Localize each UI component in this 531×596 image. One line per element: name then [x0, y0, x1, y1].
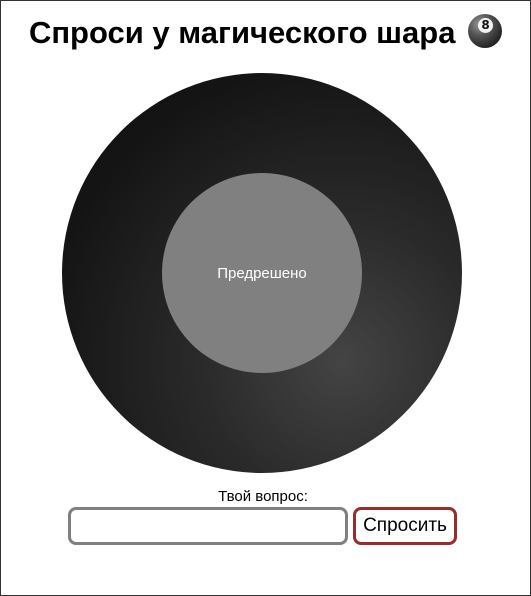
page-title-text: Спроси у магического шара [28, 15, 456, 50]
ask-button[interactable]: Спросить [353, 507, 457, 545]
question-label: Твой вопрос: [218, 488, 308, 505]
question-input[interactable] [68, 507, 348, 545]
answer-window: Предрешено [162, 173, 362, 373]
page: Спроси у магического шара 8 Предрешено Т… [0, 0, 531, 596]
page-title: Спроси у магического шара 8 [1, 14, 530, 51]
8-ball-icon: 8 [468, 14, 503, 48]
answer-text: Предрешено [217, 264, 307, 282]
magic-8-ball[interactable]: Предрешено [62, 73, 462, 473]
